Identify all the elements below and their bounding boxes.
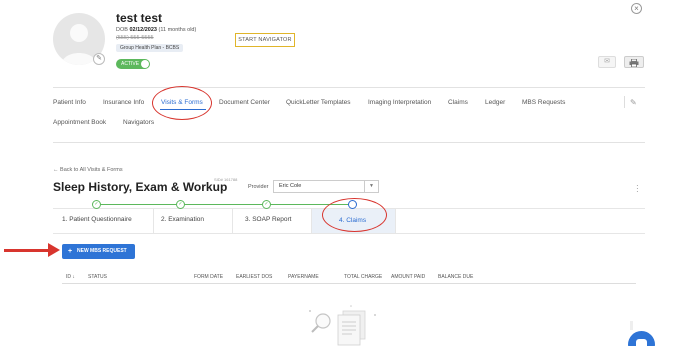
active-status-toggle[interactable]: ACTIVE	[116, 59, 150, 69]
step-divider	[395, 208, 396, 234]
step-divider	[232, 208, 233, 234]
divider	[53, 87, 645, 88]
divider	[53, 142, 645, 143]
step-2-check-icon: ✓	[176, 200, 185, 209]
tab-appointment-book[interactable]: Appointment Book	[53, 119, 106, 126]
column-header-form-date[interactable]: FORM DATE	[194, 274, 223, 280]
chevron-down-icon: ▼	[364, 181, 378, 192]
tab-imaging-interpretation[interactable]: Imaging Interpretation	[368, 99, 431, 106]
annotation-arrow	[4, 249, 52, 252]
insurance-plan-badge: Group Health Plan - BCBS	[116, 44, 184, 52]
visit-title: Sleep History, Exam & Workup	[53, 180, 228, 194]
more-options-icon[interactable]: · · ·	[636, 182, 639, 196]
step-soap-report[interactable]: 3. SOAP Report	[245, 216, 292, 223]
tab-navigators[interactable]: Navigators	[123, 119, 154, 126]
provider-value: Eric Cole	[279, 183, 302, 189]
step-examination[interactable]: 2. Examination	[161, 216, 204, 223]
column-header-balance-due[interactable]: BALANCE DUE	[438, 274, 473, 280]
step-patient-questionnaire[interactable]: 1. Patient Questionnaire	[62, 216, 132, 223]
column-header-amount-paid[interactable]: AMOUNT PAID	[391, 274, 425, 280]
nav-separator	[624, 96, 625, 108]
printer-glyph-icon	[629, 58, 639, 68]
chat-support-button[interactable]	[628, 331, 655, 346]
column-header-total-charge[interactable]: TOTAL CHARGE	[344, 274, 382, 280]
dob-label: DOB	[116, 27, 128, 33]
scroll-handle[interactable]	[630, 321, 633, 330]
tab-claims[interactable]: Claims	[448, 99, 468, 106]
tab-document-center[interactable]: Document Center	[219, 99, 270, 106]
provider-label: Provider	[248, 184, 269, 190]
edit-avatar-icon[interactable]: ✎	[93, 53, 105, 65]
active-status-label: ACTIVE	[121, 61, 140, 67]
print-icon[interactable]	[624, 56, 644, 68]
step-divider	[153, 208, 154, 234]
dob-value: 02/12/2023	[129, 27, 157, 33]
empty-state-documents-icon	[309, 305, 376, 346]
annotation-circle-visits	[152, 86, 212, 120]
annotation-circle-claims	[322, 198, 387, 232]
mail-icon[interactable]: ✉	[598, 56, 616, 68]
step-divider	[311, 208, 312, 234]
column-header-id[interactable]: ID ↓	[66, 274, 75, 280]
tab-insurance-info[interactable]: Insurance Info	[103, 99, 144, 106]
column-id-label: ID	[66, 274, 71, 280]
start-navigator-button[interactable]: START NAVIGATOR	[235, 33, 295, 47]
column-header-status[interactable]: STATUS	[88, 274, 107, 280]
tab-patient-info[interactable]: Patient Info	[53, 99, 86, 106]
back-to-visits-link[interactable]: ← Back to All Visits & Forms	[53, 167, 123, 173]
provider-select[interactable]: Eric Cole ▼	[273, 180, 379, 193]
edit-pencil-icon[interactable]: ✎	[630, 98, 637, 107]
column-header-payername[interactable]: PAYERNAME	[288, 274, 319, 280]
patient-dob: DOB 02/12/2023 (11 months old)	[116, 27, 196, 33]
plus-icon: +	[68, 248, 73, 255]
chat-bubble-icon	[636, 339, 647, 346]
tab-quickletter-templates[interactable]: QuickLetter Templates	[286, 99, 351, 106]
tab-ledger[interactable]: Ledger	[485, 99, 505, 106]
step-1-check-icon: ✓	[92, 200, 101, 209]
step-3-check-icon: ✓	[262, 200, 271, 209]
column-header-earliest-dos[interactable]: EARLIEST DOS	[236, 274, 272, 280]
annotation-arrow-head	[48, 243, 60, 257]
close-icon[interactable]: ×	[631, 3, 642, 14]
stepper-progress-line	[96, 204, 353, 205]
patient-phone: (555) 555-5555	[116, 35, 154, 41]
sort-down-icon: ↓	[72, 274, 75, 280]
table-header-divider	[62, 283, 636, 284]
new-mbs-request-label: NEW MBS REQUEST	[77, 248, 127, 254]
patient-name: test test	[116, 11, 163, 25]
toggle-knob	[141, 60, 149, 68]
patient-age: (11 months old)	[158, 27, 197, 33]
new-mbs-request-button[interactable]: + NEW MBS REQUEST	[62, 244, 135, 259]
tab-mbs-requests[interactable]: MBS Requests	[522, 99, 565, 106]
